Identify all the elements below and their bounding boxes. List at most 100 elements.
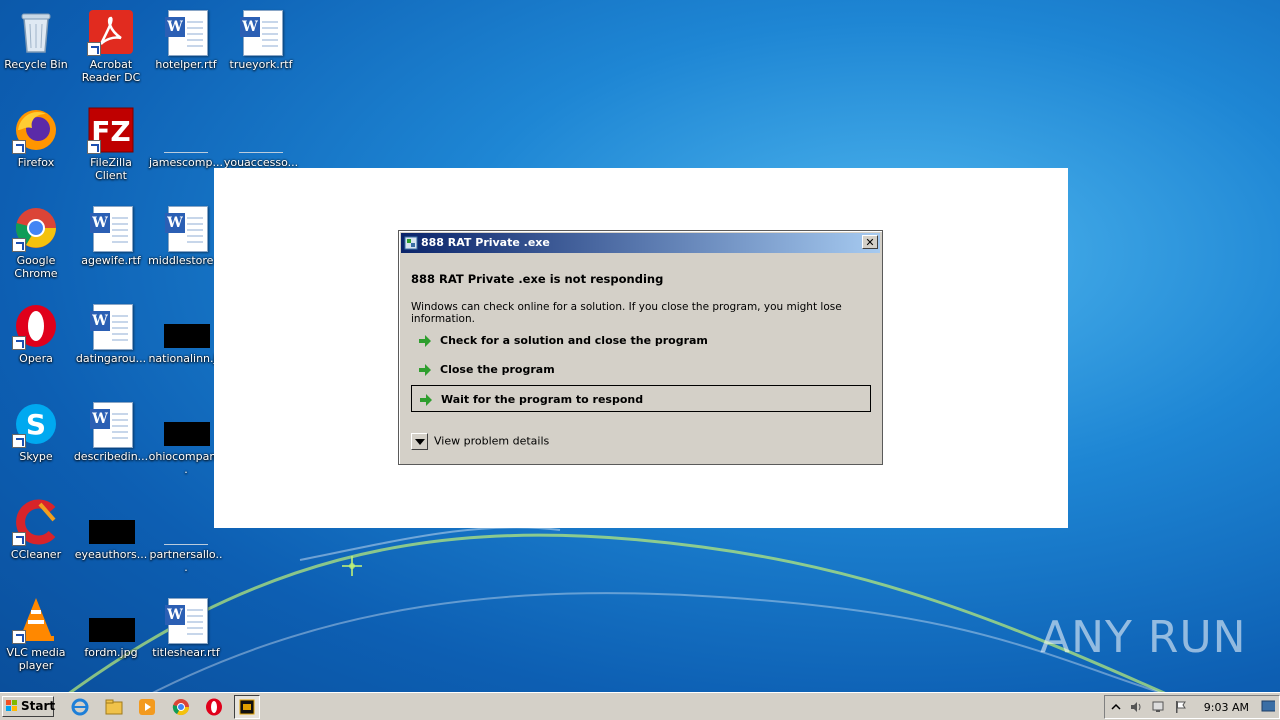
- option-label: Close the program: [440, 363, 555, 376]
- desktop-icon-label: trueyork.rtf: [229, 58, 293, 71]
- option-label: Check for a solution and close the progr…: [440, 334, 708, 347]
- volume-icon[interactable]: [1129, 700, 1143, 714]
- desktop-icon-hotelper[interactable]: W hotelper.rtf: [148, 8, 224, 71]
- desktop-icon-label: Recycle Bin: [4, 58, 68, 71]
- taskbar: Start 9:03 AM: [0, 692, 1280, 720]
- anyrun-watermark: ANY RUN: [1040, 612, 1247, 663]
- desktop-icon-label: ohiocompan...: [148, 450, 224, 476]
- vlc-icon: [12, 596, 60, 644]
- desktop-icon-jamescomp[interactable]: jamescomp...: [148, 106, 224, 169]
- desktop-icon-label: nationalinn.jp: [148, 352, 224, 365]
- word-document-icon: W: [87, 204, 135, 252]
- desktop-icon-ccleaner[interactable]: CCleaner: [0, 498, 74, 561]
- windows-flag-icon: [6, 700, 17, 711]
- dialog-description: Windows can check online for a solution.…: [411, 301, 842, 325]
- opera-taskbar-icon[interactable]: [204, 697, 224, 717]
- desktop-icon-recycle-bin[interactable]: Recycle Bin: [0, 8, 74, 71]
- chrome-icon: [12, 204, 60, 252]
- show-desktop-icon[interactable]: [1261, 699, 1275, 713]
- desktop-icon-label: jamescomp...: [149, 156, 223, 169]
- desktop-icon-label: partnersallo...: [149, 548, 223, 574]
- desktop-icon-label: describedin...: [73, 450, 149, 463]
- check-solution-option[interactable]: Check for a solution and close the progr…: [411, 327, 871, 354]
- desktop-icon-label: VLC media player: [6, 646, 66, 672]
- chrome-taskbar-icon[interactable]: [171, 697, 191, 717]
- dialog-heading: 888 RAT Private .exe is not responding: [411, 272, 664, 286]
- desktop-icon-vlc[interactable]: VLC media player: [0, 596, 74, 672]
- file-explorer-icon[interactable]: [104, 697, 124, 717]
- desktop-icon-firefox[interactable]: Firefox: [0, 106, 74, 169]
- shortcut-arrow-icon: [12, 532, 26, 546]
- action-center-flag-icon[interactable]: [1173, 700, 1187, 714]
- skype-icon: S: [12, 400, 60, 448]
- desktop-icon-fordm[interactable]: fordm.jpg: [73, 596, 149, 659]
- shortcut-arrow-icon: [12, 630, 26, 644]
- desktop-icon-label: agewife.rtf: [81, 254, 141, 267]
- start-button[interactable]: Start: [2, 696, 56, 717]
- shortcut-arrow-icon: [12, 434, 26, 448]
- word-document-icon: W: [87, 400, 135, 448]
- desktop-icon-youaccesso[interactable]: youaccesso...: [223, 106, 299, 169]
- ccleaner-icon: [12, 498, 60, 546]
- close-icon: ✕: [865, 236, 875, 249]
- opera-icon: [12, 302, 60, 350]
- firefox-icon: [12, 106, 60, 154]
- chevron-up-icon[interactable]: [1109, 700, 1123, 714]
- view-problem-details[interactable]: View problem details: [411, 433, 549, 450]
- desktop-icon-label: hotelper.rtf: [155, 58, 217, 71]
- desktop-icon-label: fordm.jpg: [84, 646, 138, 659]
- shortcut-arrow-icon: [87, 140, 101, 154]
- option-label: Wait for the program to respond: [441, 393, 644, 406]
- desktop-icon-describedin[interactable]: W describedin...: [73, 400, 149, 463]
- recycle-bin-icon: [12, 8, 60, 56]
- desktop-icon-skype[interactable]: S Skype: [0, 400, 74, 463]
- shortcut-arrow-icon: [12, 238, 26, 252]
- start-label: Start: [21, 699, 56, 713]
- word-document-icon: W: [237, 8, 285, 56]
- desktop-icon-opera[interactable]: Opera: [0, 302, 74, 365]
- desktop-icon-partnersallo[interactable]: partnersallo...: [148, 498, 224, 574]
- wait-for-program-option[interactable]: Wait for the program to respond: [411, 385, 871, 412]
- close-program-option[interactable]: Close the program: [411, 356, 871, 383]
- clock[interactable]: 9:03 AM: [1204, 701, 1249, 714]
- shortcut-arrow-icon: [12, 140, 26, 154]
- image-file-icon: [162, 302, 210, 350]
- image-file-icon: [87, 498, 135, 546]
- desktop-icon-label: datingarou...: [75, 352, 147, 365]
- desktop-icon-datingarou[interactable]: W datingarou...: [73, 302, 149, 365]
- image-file-icon: [87, 596, 135, 644]
- desktop-icon-label: FileZilla Client: [90, 156, 132, 182]
- desktop-icon-ohiocompan[interactable]: ohiocompan...: [148, 400, 224, 476]
- desktop-icon-filezilla[interactable]: FZ FileZilla Client: [73, 106, 149, 182]
- desktop-icon-nationalinn[interactable]: nationalinn.jp: [148, 302, 224, 365]
- desktop-icon-eyeauthors[interactable]: eyeauthors...: [73, 498, 149, 561]
- rat-app-icon: [239, 699, 255, 715]
- desktop-icon-middlestore[interactable]: W middlestore...: [148, 204, 224, 267]
- shortcut-arrow-icon: [12, 336, 26, 350]
- dialog-titlebar[interactable]: 888 RAT Private .exe ✕: [401, 233, 880, 253]
- blank-file-icon: [162, 106, 210, 154]
- desktop-icon-acrobat[interactable]: Acrobat Reader DC: [73, 8, 149, 84]
- rat-app-taskbar-button[interactable]: [234, 695, 260, 719]
- desktop-icon-titleshear[interactable]: W titleshear.rtf: [148, 596, 224, 659]
- desktop-icon-label: Google Chrome: [14, 254, 58, 280]
- acrobat-icon: [87, 8, 135, 56]
- dialog-title: 888 RAT Private .exe: [421, 236, 550, 249]
- desktop-icon-label: Opera: [19, 352, 53, 365]
- desktop-icon-label: middlestore...: [148, 254, 224, 267]
- desktop-icon-chrome[interactable]: Google Chrome: [0, 204, 74, 280]
- internet-explorer-icon[interactable]: [70, 697, 90, 717]
- desktop-icon-label: CCleaner: [10, 548, 62, 561]
- filezilla-icon: FZ: [87, 106, 135, 154]
- desktop-icon-label: eyeauthors...: [74, 548, 148, 561]
- network-icon[interactable]: [1151, 700, 1165, 714]
- app-icon: [404, 236, 418, 250]
- word-document-icon: W: [162, 8, 210, 56]
- chevron-down-icon[interactable]: [411, 433, 428, 450]
- word-document-icon: W: [162, 204, 210, 252]
- close-button[interactable]: ✕: [862, 235, 878, 249]
- desktop-icon-agewife[interactable]: W agewife.rtf: [73, 204, 149, 267]
- system-tray: 9:03 AM: [1104, 695, 1280, 719]
- media-player-icon[interactable]: [137, 697, 157, 717]
- desktop-icon-trueyork[interactable]: W trueyork.rtf: [223, 8, 299, 71]
